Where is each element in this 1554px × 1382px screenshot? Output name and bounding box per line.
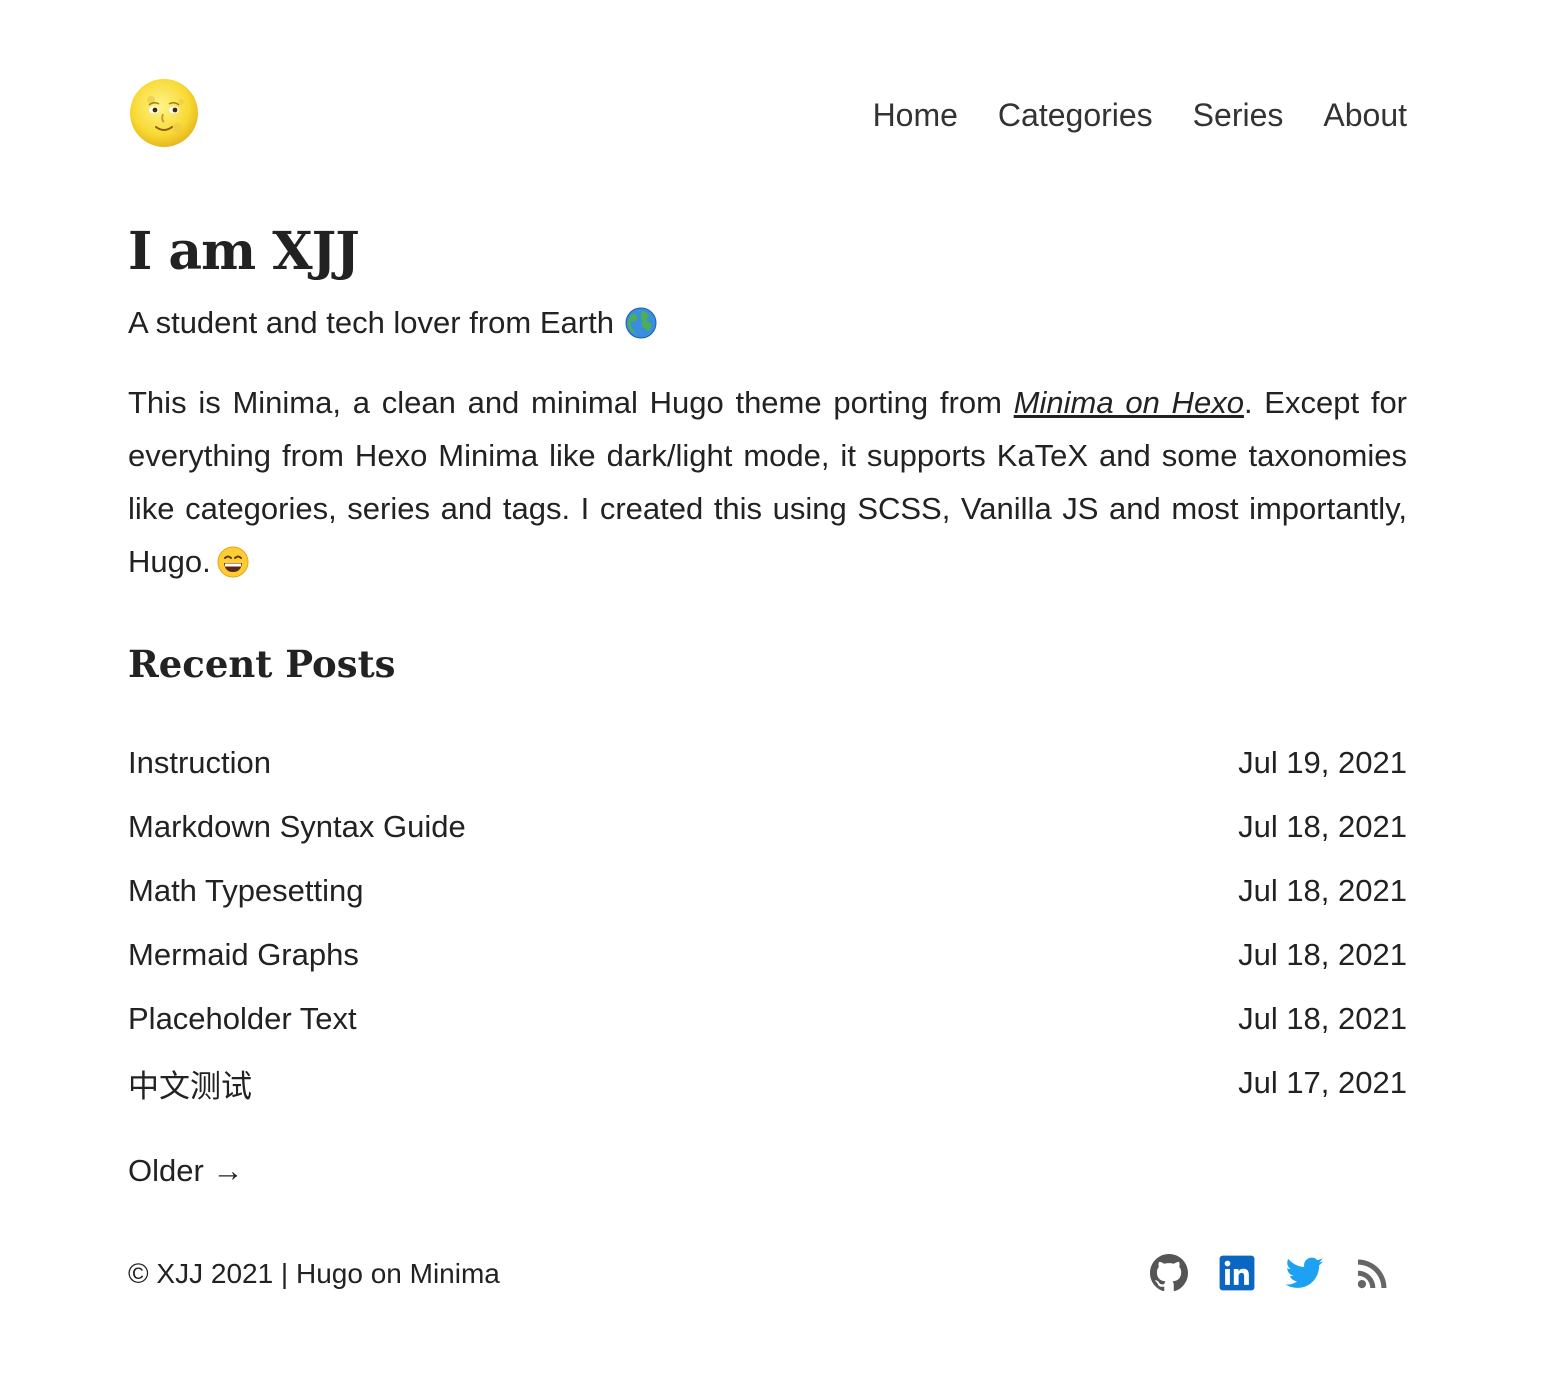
intro-text-before-link: This is Minima, a clean and minimal Hugo… <box>128 385 1014 420</box>
nav-categories[interactable]: Categories <box>998 94 1153 136</box>
intro-paragraph: This is Minima, a clean and minimal Hugo… <box>128 376 1407 588</box>
nav-home[interactable]: Home <box>873 94 958 136</box>
list-item: 中文测试 Jul 17, 2021 <box>128 1051 1407 1115</box>
post-date: Jul 18, 2021 <box>1238 1001 1407 1036</box>
recent-posts-heading: Recent Posts <box>128 642 396 686</box>
post-date: Jul 18, 2021 <box>1238 809 1407 844</box>
post-title-link[interactable]: 中文测试 <box>128 1061 252 1106</box>
post-title-link[interactable]: Math Typesetting <box>128 873 364 909</box>
post-date: Jul 18, 2021 <box>1238 937 1407 972</box>
subtitle: A student and tech lover from Earth <box>128 302 657 344</box>
page-title: I am XJJ <box>128 221 360 282</box>
older-posts-link[interactable]: Older → <box>128 1150 243 1192</box>
nav-about[interactable]: About <box>1323 94 1407 136</box>
grinning-face-icon <box>217 541 249 578</box>
github-icon[interactable] <box>1150 1254 1188 1292</box>
post-date: Jul 18, 2021 <box>1238 873 1407 908</box>
post-title-link[interactable]: Placeholder Text <box>128 1001 357 1037</box>
social-links <box>1150 1254 1392 1292</box>
list-item: Placeholder Text Jul 18, 2021 <box>128 987 1407 1051</box>
list-item: Math Typesetting Jul 18, 2021 <box>128 859 1407 923</box>
moon-face-logo-icon[interactable] <box>129 78 199 148</box>
globe-icon <box>625 307 657 339</box>
twitter-icon[interactable] <box>1286 1254 1324 1292</box>
post-date: Jul 19, 2021 <box>1238 745 1407 780</box>
recent-posts-list: Instruction Jul 19, 2021 Markdown Syntax… <box>128 731 1407 1115</box>
main-nav: Home Categories Series About <box>873 94 1407 136</box>
minima-on-hexo-link[interactable]: Minima on Hexo <box>1014 385 1244 420</box>
list-item: Instruction Jul 19, 2021 <box>128 731 1407 795</box>
list-item: Mermaid Graphs Jul 18, 2021 <box>128 923 1407 987</box>
rss-icon[interactable] <box>1354 1254 1392 1292</box>
list-item: Markdown Syntax Guide Jul 18, 2021 <box>128 795 1407 859</box>
post-date: Jul 17, 2021 <box>1238 1065 1407 1100</box>
footer-copyright: © XJJ 2021 | Hugo on Minima <box>128 1258 500 1289</box>
page: Home Categories Series About I am XJJ A … <box>0 0 1554 1382</box>
nav-series[interactable]: Series <box>1193 94 1284 136</box>
post-title-link[interactable]: Instruction <box>128 745 271 781</box>
linkedin-icon[interactable] <box>1218 1254 1256 1292</box>
post-title-link[interactable]: Mermaid Graphs <box>128 937 359 973</box>
subtitle-text: A student and tech lover from Earth <box>128 305 614 340</box>
post-title-link[interactable]: Markdown Syntax Guide <box>128 809 466 845</box>
